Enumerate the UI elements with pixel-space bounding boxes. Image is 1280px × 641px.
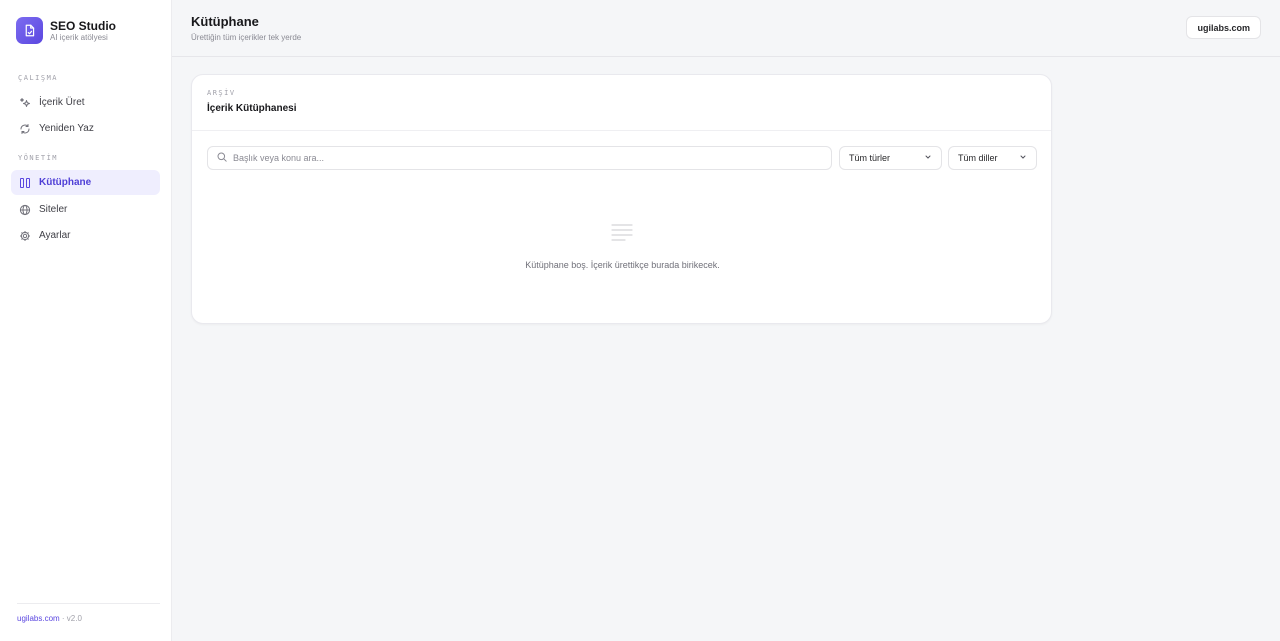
type-filter-value: Tüm türler <box>849 153 891 163</box>
type-filter-select[interactable]: Tüm türler <box>839 146 942 170</box>
search-field[interactable] <box>207 146 832 170</box>
chevron-down-icon <box>1019 153 1027 163</box>
sidebar-item-library[interactable]: Kütüphane <box>11 170 160 195</box>
topbar: Kütüphane Ürettiğin tüm içerikler tek ye… <box>172 0 1280 57</box>
sidebar-item-sites[interactable]: Siteler <box>11 197 160 222</box>
language-filter-select[interactable]: Tüm diller <box>948 146 1037 170</box>
sidebar-item-settings[interactable]: Ayarlar <box>11 223 160 248</box>
sidebar-item-label: Siteler <box>39 204 68 215</box>
brand-name: SEO Studio <box>50 18 116 33</box>
refresh-icon <box>19 123 31 135</box>
card-title: İçerik Kütüphanesi <box>207 103 297 114</box>
card-eyebrow: ARŞİV <box>207 89 236 97</box>
sidebar-item-label: Yeniden Yaz <box>39 123 94 134</box>
brand[interactable]: SEO Studio AI içerik atölyesi <box>16 17 116 44</box>
search-icon <box>217 149 227 167</box>
sidebar-footer: ugilabs.com · v2.0 <box>17 603 160 641</box>
sidebar-item-label: İçerik Üret <box>39 97 85 108</box>
section-label-calisma: ÇALIŞMA <box>18 74 59 82</box>
library-icon <box>19 177 31 189</box>
empty-list-icon <box>611 223 633 246</box>
site-selector-button[interactable]: ugilabs.com <box>1186 16 1261 39</box>
sidebar-item-label: Ayarlar <box>39 230 71 241</box>
card-header: ARŞİV İçerik Kütüphanesi <box>192 75 1051 131</box>
library-card: ARŞİV İçerik Kütüphanesi Tüm türler Tüm … <box>191 74 1052 324</box>
sparkles-icon <box>19 97 31 109</box>
chevron-down-icon <box>924 153 932 163</box>
sidebar: SEO Studio AI içerik atölyesi ÇALIŞMA İç… <box>0 0 172 641</box>
empty-state-message: Kütüphane boş. İçerik ürettikçe burada b… <box>525 260 720 270</box>
gear-icon <box>19 230 31 242</box>
brand-subtitle: AI içerik atölyesi <box>50 32 108 42</box>
language-filter-value: Tüm diller <box>958 153 998 163</box>
sidebar-item-label: Kütüphane <box>39 177 92 188</box>
sidebar-item-generate[interactable]: İçerik Üret <box>11 90 160 115</box>
page-subtitle: Ürettiğin tüm içerikler tek yerde <box>191 33 302 42</box>
document-icon <box>16 17 43 44</box>
footer-version: · v2.0 <box>61 614 82 623</box>
section-label-yonetim: YÖNETİM <box>18 154 59 162</box>
page-title: Kütüphane <box>191 14 259 29</box>
footer-host-link[interactable]: ugilabs.com <box>17 614 60 623</box>
search-input[interactable] <box>233 153 813 163</box>
globe-icon <box>19 204 31 216</box>
sidebar-item-rewrite[interactable]: Yeniden Yaz <box>11 116 160 141</box>
